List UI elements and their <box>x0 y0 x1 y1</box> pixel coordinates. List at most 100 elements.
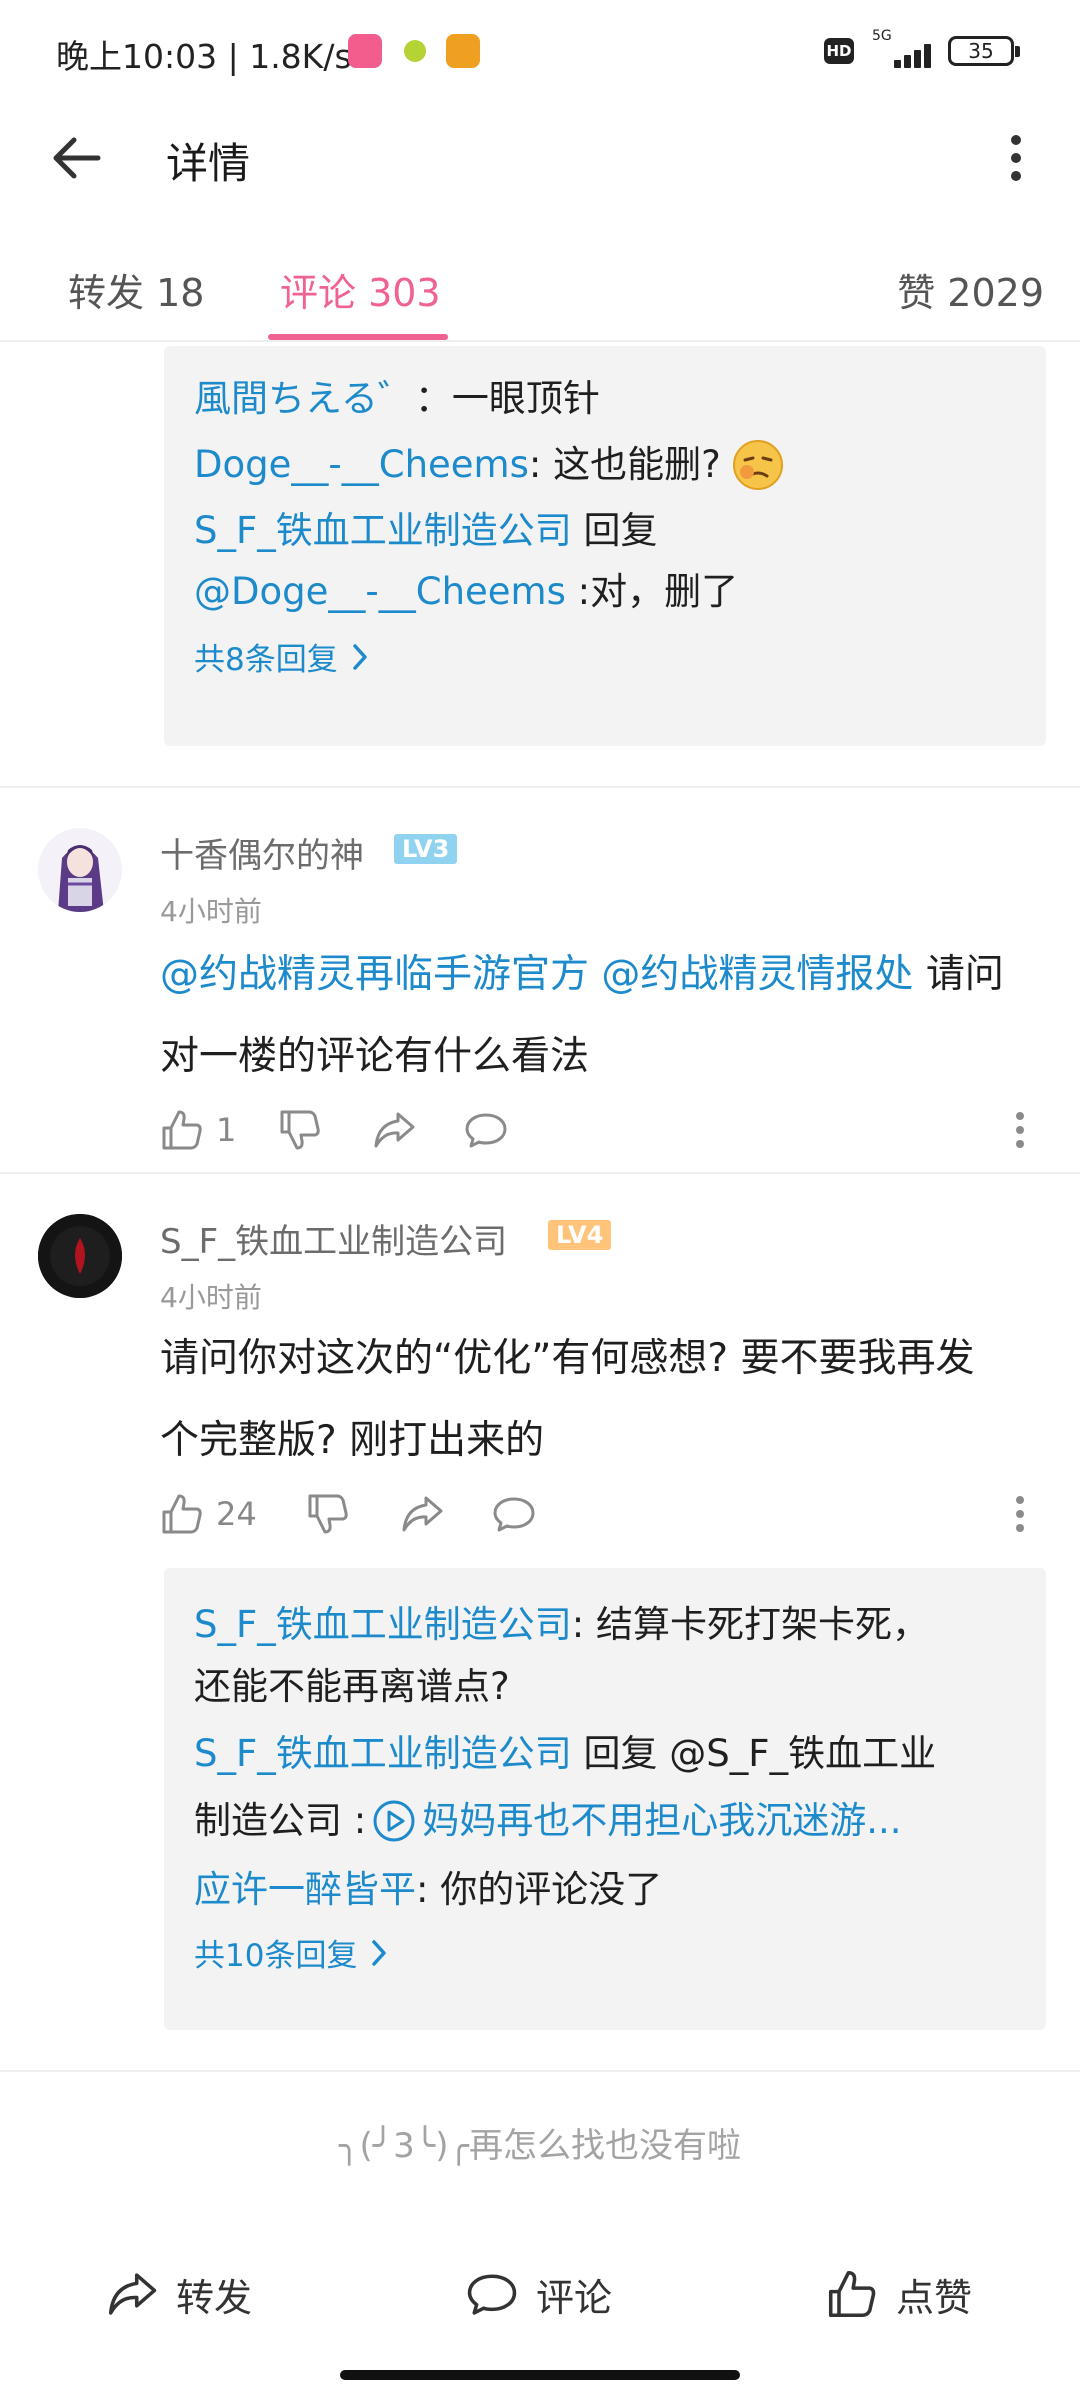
status-bar: 晚上10:03 | 1.8K/s HD 5G 35 <box>0 0 1080 104</box>
reply-item: 应许一醉皆平: 你的评论没了 <box>194 1852 1016 1928</box>
level-badge: LV4 <box>548 1220 612 1250</box>
reply-item-continued: 制造公司 : 妈妈再也不用担心我沉迷游... <box>194 1790 1016 1852</box>
share-arrow-icon <box>402 1496 443 1532</box>
home-indicator[interactable] <box>340 2370 740 2380</box>
reply-text: 回复 <box>571 509 658 552</box>
thumbs-up-icon <box>162 1494 202 1534</box>
bottom-action-bar: 转发 评论 点赞 <box>0 2244 1080 2344</box>
reply-user-link[interactable]: Doge__-__Cheems <box>194 432 529 498</box>
comment-more-button[interactable] <box>1012 1484 1028 1544</box>
reply-item-continued: @Doge__-__Cheems :对，删了 <box>194 564 1016 620</box>
more-vertical-icon <box>1016 1496 1024 1532</box>
page-title: 详情 <box>166 139 251 188</box>
more-vertical-icon <box>1011 135 1021 181</box>
bilibili-app-icon <box>348 34 382 68</box>
comment-text-part: 请问你对这次的“优化”有何感想? 要不要我再发 <box>160 1336 975 1381</box>
reply-button[interactable] <box>492 1484 536 1544</box>
more-options-button[interactable] <box>996 126 1036 190</box>
comment-bubble-icon <box>493 1497 535 1532</box>
reply-item: S_F_铁血工业制造公司 回复 @S_F_铁血工业 <box>194 1718 1016 1790</box>
tab-comment[interactable]: 评论 303 <box>280 262 441 317</box>
reply-text: :对，删了 <box>565 570 739 613</box>
view-all-replies-label: 共10条回复 <box>194 1938 358 1974</box>
reply-item: Doge__-__Cheems: 这也能删? <box>194 432 1016 498</box>
tab-indicator <box>268 334 448 340</box>
like-post-button[interactable]: 点赞 <box>826 2244 972 2344</box>
reply-text: 回复 @S_F_铁血工业 <box>571 1732 937 1775</box>
reply-user-link[interactable]: 应许一醉皆平 <box>194 1868 416 1911</box>
like-button[interactable]: 24 <box>160 1484 257 1544</box>
detail-tabs: 转发 18 评论 303 赞 2029 <box>0 240 1080 342</box>
end-of-list-text: ╮(╯3╰)╭再怎么找也没有啦 <box>338 2126 742 2166</box>
reply-user-link[interactable]: S_F_铁血工业制造公司 <box>194 1732 572 1775</box>
view-all-replies-button[interactable]: 共8条回复 <box>194 634 1016 679</box>
comment-item: 十香偶尔的神 LV3 4小时前 @约战精灵再临手游官方 @约战精灵情报处 请问 … <box>0 788 1080 1172</box>
chevron-right-icon <box>372 1939 387 1966</box>
comment-more-button[interactable] <box>1012 1100 1028 1160</box>
signal-icon <box>880 40 936 68</box>
comment-time: 4小时前 <box>160 895 262 928</box>
avatar[interactable] <box>38 828 122 912</box>
more-vertical-icon <box>1016 1112 1024 1148</box>
share-button[interactable] <box>372 1100 416 1160</box>
like-button[interactable]: 1 <box>160 1100 236 1160</box>
reply-button[interactable] <box>464 1100 508 1160</box>
comment-text: 请问你对这次的“优化”有何感想? 要不要我再发 个完整版? 刚打出来的 <box>160 1318 1040 1482</box>
reply-item: S_F_铁血工业制造公司 回复 <box>194 498 1016 564</box>
arrow-left-icon <box>53 137 101 179</box>
anime-avatar-image <box>38 828 122 912</box>
comment-text: @约战精灵再临手游官方 @约战精灵情报处 请问 对一楼的评论有什么看法 <box>160 934 1040 1098</box>
dislike-button[interactable] <box>306 1484 350 1544</box>
forward-label: 转发 <box>176 2275 253 2320</box>
reply-text: : 你的评论没了 <box>416 1868 663 1911</box>
mention-link[interactable]: @Doge__-__Cheems <box>194 570 566 613</box>
reply-text: : 这也能删? <box>528 443 721 486</box>
comment-text-part: 请问 <box>913 952 1004 997</box>
reply-preview-box[interactable]: S_F_铁血工业制造公司: 结算卡死打架卡死， 还能不能再离谱点? S_F_铁血… <box>164 1568 1046 2030</box>
thumbs-up-icon <box>162 1110 202 1150</box>
tab-forward[interactable]: 转发 18 <box>68 262 204 317</box>
share-arrow-icon <box>374 1112 415 1148</box>
comment-actions: 1 <box>160 1100 1040 1160</box>
avatar[interactable] <box>38 1214 122 1298</box>
like-label: 点赞 <box>896 2275 973 2320</box>
comment-actions: 24 <box>160 1484 1040 1544</box>
dark-avatar-image <box>38 1214 122 1298</box>
share-button[interactable] <box>400 1484 444 1544</box>
hd-icon: HD <box>824 38 854 64</box>
reply-text: ：一眼顶针 <box>414 377 600 420</box>
comment-button[interactable]: 评论 <box>466 2244 612 2344</box>
reply-item: 風間ちえる゛：一眼顶针 <box>194 366 1016 432</box>
back-button[interactable] <box>46 126 110 190</box>
reply-text: 制造公司 : <box>194 1799 367 1842</box>
chevron-right-icon <box>352 643 367 670</box>
reply-user-link[interactable]: S_F_铁血工业制造公司 <box>194 1603 572 1646</box>
mention-link[interactable]: @约战精灵再临手游官方 <box>160 952 589 997</box>
view-all-replies-button[interactable]: 共10条回复 <box>194 1930 1016 1975</box>
status-time: 晚上10:03 | 1.8K/s <box>56 37 352 76</box>
like-count: 1 <box>216 1111 237 1149</box>
comment-item: S_F_铁血工业制造公司 LV4 4小时前 请问你对这次的“优化”有何感想? 要… <box>0 1174 1080 1574</box>
reply-user-link[interactable]: 風間ちえる゛ <box>194 377 415 420</box>
comment-label: 评论 <box>536 2275 613 2320</box>
comment-text-part: 个完整版? 刚打出来的 <box>160 1418 545 1463</box>
emoji-icon <box>732 440 783 490</box>
top-app-bar: 详情 <box>0 104 1080 214</box>
comment-username[interactable]: S_F_铁血工业制造公司 <box>160 1214 507 1263</box>
mention-link[interactable]: @约战精灵情报处 <box>601 952 913 997</box>
forward-button[interactable]: 转发 <box>106 2244 252 2344</box>
play-circle-icon <box>373 1800 415 1842</box>
divider <box>0 2070 1080 2072</box>
video-link[interactable]: 妈妈再也不用担心我沉迷游... <box>422 1790 901 1852</box>
dislike-button[interactable] <box>278 1100 322 1160</box>
comment-username[interactable]: 十香偶尔的神 <box>160 828 364 877</box>
thumbs-up-icon <box>828 2270 876 2318</box>
comment-bubble-icon <box>467 2274 517 2315</box>
reply-text: : 结算卡死打架卡死， <box>571 1603 930 1646</box>
comment-text-part: 对一楼的评论有什么看法 <box>160 1034 590 1079</box>
comment-bubble-icon <box>465 1113 507 1148</box>
tab-like[interactable]: 赞 2029 <box>897 262 1044 317</box>
reply-user-link[interactable]: S_F_铁血工业制造公司 <box>194 509 572 552</box>
share-arrow-icon <box>108 2273 157 2315</box>
reply-preview-box[interactable]: 風間ちえる゛：一眼顶针 Doge__-__Cheems: 这也能删? S_F_铁… <box>164 346 1046 746</box>
